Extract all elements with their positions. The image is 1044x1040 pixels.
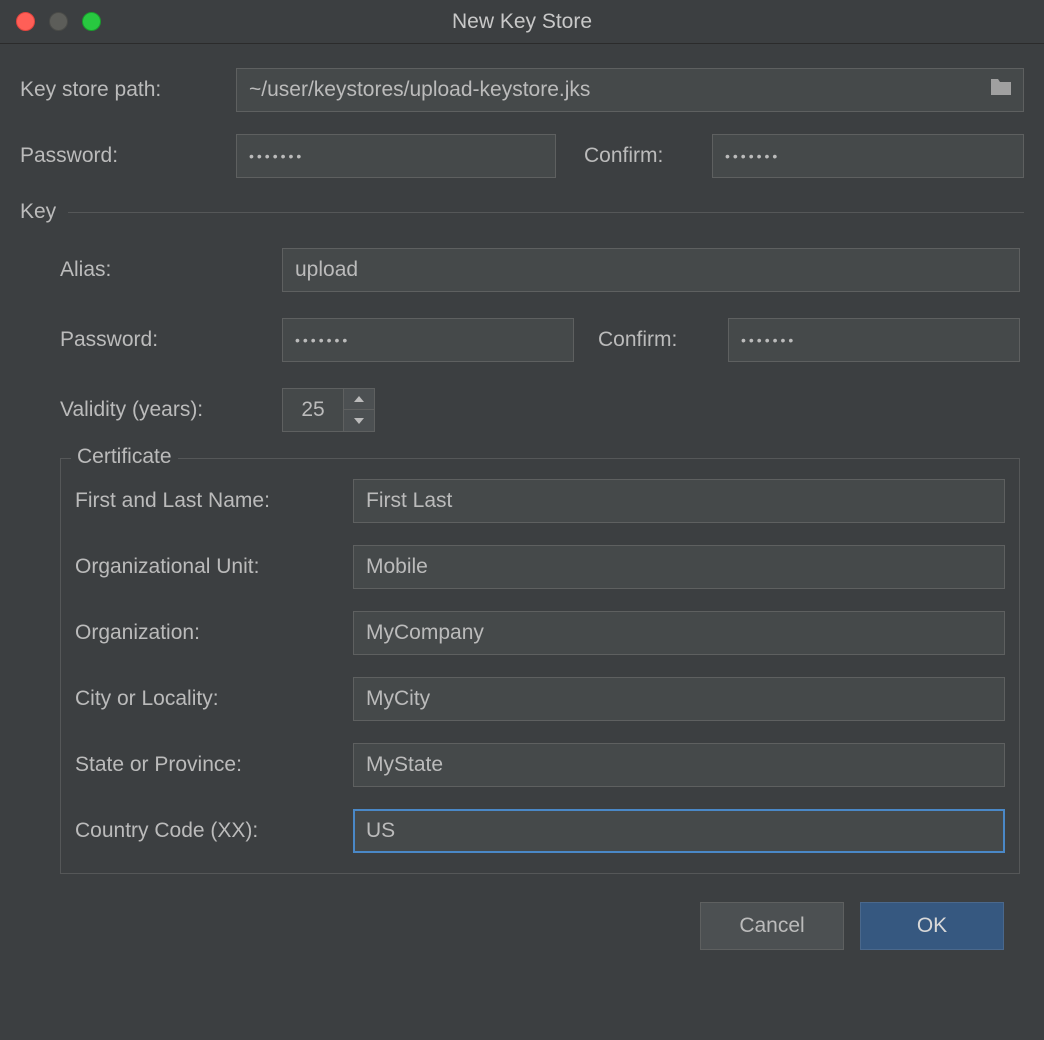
alias-label: Alias: (60, 258, 282, 282)
keystore-password-input[interactable] (236, 134, 556, 178)
key-confirm-label: Confirm: (598, 328, 728, 352)
keystore-confirm-label: Confirm: (584, 144, 712, 168)
key-section-title: Key (20, 200, 56, 224)
minimize-window-button (49, 12, 68, 31)
validity-up-button[interactable] (344, 389, 374, 410)
close-window-button[interactable] (16, 12, 35, 31)
keystore-path-label: Key store path: (20, 78, 236, 102)
city-input[interactable] (353, 677, 1005, 721)
cancel-button[interactable]: Cancel (700, 902, 844, 950)
window-title: New Key Store (0, 10, 1044, 34)
certificate-fieldset: Certificate First and Last Name: Organiz… (60, 458, 1020, 874)
divider (68, 212, 1024, 213)
folder-icon (989, 77, 1013, 103)
keystore-confirm-input[interactable] (712, 134, 1024, 178)
country-label: Country Code (XX): (75, 819, 353, 843)
validity-down-button[interactable] (344, 410, 374, 431)
titlebar: New Key Store (0, 0, 1044, 44)
keystore-password-label: Password: (20, 144, 236, 168)
org-row: Organization: (75, 611, 1005, 655)
org-unit-row: Organizational Unit: (75, 545, 1005, 589)
org-label: Organization: (75, 621, 353, 645)
alias-input[interactable] (282, 248, 1020, 292)
key-password-input[interactable] (282, 318, 574, 362)
city-row: City or Locality: (75, 677, 1005, 721)
keystore-path-input[interactable] (236, 68, 978, 112)
org-input[interactable] (353, 611, 1005, 655)
keystore-path-row: Key store path: (20, 68, 1024, 112)
first-last-row: First and Last Name: (75, 479, 1005, 523)
browse-button[interactable] (978, 68, 1024, 112)
validity-spinner (282, 388, 375, 432)
state-label: State or Province: (75, 753, 353, 777)
chevron-up-icon (354, 396, 364, 402)
key-password-row: Password: Confirm: (60, 318, 1020, 362)
alias-row: Alias: (60, 248, 1020, 292)
certificate-legend: Certificate (71, 445, 178, 469)
key-confirm-input[interactable] (728, 318, 1020, 362)
maximize-window-button[interactable] (82, 12, 101, 31)
validity-input[interactable] (282, 388, 344, 432)
first-last-label: First and Last Name: (75, 489, 353, 513)
state-input[interactable] (353, 743, 1005, 787)
dialog-footer: Cancel OK (20, 874, 1024, 950)
first-last-input[interactable] (353, 479, 1005, 523)
window-controls (0, 12, 101, 31)
ok-button[interactable]: OK (860, 902, 1004, 950)
state-row: State or Province: (75, 743, 1005, 787)
city-label: City or Locality: (75, 687, 353, 711)
validity-label: Validity (years): (60, 398, 282, 422)
org-unit-input[interactable] (353, 545, 1005, 589)
chevron-down-icon (354, 418, 364, 424)
country-input[interactable] (353, 809, 1005, 853)
key-section-header: Key (20, 200, 1024, 224)
key-password-label: Password: (60, 328, 282, 352)
keystore-password-row: Password: Confirm: (20, 134, 1024, 178)
validity-row: Validity (years): (60, 388, 1020, 432)
org-unit-label: Organizational Unit: (75, 555, 353, 579)
country-row: Country Code (XX): (75, 809, 1005, 853)
